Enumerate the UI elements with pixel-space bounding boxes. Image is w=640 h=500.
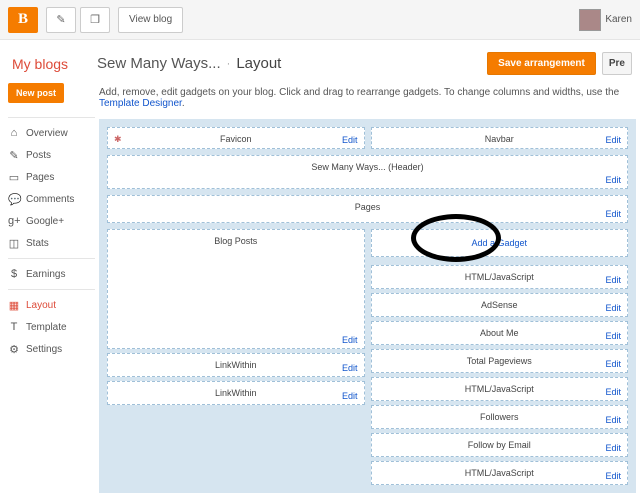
- edit-link[interactable]: Edit: [605, 135, 621, 145]
- edit-link[interactable]: Edit: [605, 359, 621, 369]
- my-blogs-link[interactable]: My blogs: [12, 56, 97, 72]
- nav-label: Overview: [26, 128, 68, 139]
- edit-link[interactable]: Edit: [605, 387, 621, 397]
- favicon-widget[interactable]: ✱ Favicon Edit: [107, 127, 365, 149]
- edit-link[interactable]: Edit: [342, 363, 358, 373]
- nav-icon: ◫: [8, 237, 20, 250]
- nav-label: Earnings: [26, 269, 65, 280]
- new-post-button[interactable]: New post: [8, 83, 64, 103]
- sidebar-item-google[interactable]: g+ Google+: [8, 210, 95, 232]
- sidebar-item-comments[interactable]: 💬 Comments: [8, 188, 95, 210]
- header-widget[interactable]: Sew Many Ways... (Header) Edit: [107, 155, 628, 189]
- sidebar-item-stats[interactable]: ◫ Stats: [8, 232, 95, 254]
- edit-link[interactable]: Edit: [605, 275, 621, 285]
- edit-link[interactable]: Edit: [342, 391, 358, 401]
- edit-link[interactable]: Edit: [605, 443, 621, 453]
- nav-icon: ⚙: [8, 343, 20, 356]
- sidebar-item-posts[interactable]: ✎ Posts: [8, 144, 95, 166]
- sidebar: New post ⌂ Overview ✎ Posts ▭ Pages 💬 Comments g…: [0, 83, 95, 493]
- nav-label: Stats: [26, 238, 49, 249]
- template-designer-link[interactable]: Template Designer: [99, 98, 182, 109]
- edit-link[interactable]: Edit: [605, 471, 621, 481]
- nav-label: Comments: [26, 194, 74, 205]
- gadget-widget[interactable]: FollowersEdit: [371, 405, 629, 429]
- pages-widget[interactable]: Pages Edit: [107, 195, 628, 223]
- nav-icon: ✎: [8, 149, 20, 162]
- sidebar-item-template[interactable]: T Template: [8, 316, 95, 338]
- nav-label: Pages: [26, 172, 54, 183]
- linkwithin-widget[interactable]: LinkWithin Edit: [107, 381, 365, 405]
- sidebar-item-overview[interactable]: ⌂ Overview: [8, 122, 95, 144]
- avatar[interactable]: [579, 9, 601, 31]
- sidebar-item-layout[interactable]: ▦ Layout: [8, 294, 95, 316]
- nav-label: Layout: [26, 300, 56, 311]
- blog-title: Sew Many Ways...: [97, 55, 221, 72]
- separator: ·: [227, 58, 231, 70]
- add-gadget-button[interactable]: Add a Gadget: [371, 229, 629, 257]
- view-blog-button[interactable]: View blog: [118, 7, 183, 33]
- nav-label: Posts: [26, 150, 51, 161]
- gadget-widget[interactable]: HTML/JavaScriptEdit: [371, 461, 629, 485]
- nav-label: Template: [26, 322, 67, 333]
- pencil-icon: ✎: [56, 13, 65, 26]
- edit-link[interactable]: Edit: [342, 135, 358, 145]
- linkwithin-widget[interactable]: LinkWithin Edit: [107, 353, 365, 377]
- navbar-widget[interactable]: Navbar Edit: [371, 127, 629, 149]
- favicon-icon: ✱: [114, 134, 122, 145]
- edit-link[interactable]: Edit: [342, 335, 358, 345]
- gadget-widget[interactable]: Total PageviewsEdit: [371, 349, 629, 373]
- nav-icon: T: [8, 321, 20, 333]
- sidebar-item-earnings[interactable]: $ Earnings: [8, 263, 95, 285]
- username-label: Karen: [605, 14, 632, 25]
- gadget-widget[interactable]: HTML/JavaScriptEdit: [371, 377, 629, 401]
- blogger-logo[interactable]: B: [8, 7, 38, 33]
- nav-label: Settings: [26, 344, 62, 355]
- gadget-widget[interactable]: About MeEdit: [371, 321, 629, 345]
- nav-icon: ▭: [8, 171, 20, 184]
- nav-icon: g+: [8, 215, 20, 227]
- edit-link[interactable]: Edit: [605, 331, 621, 341]
- preview-button[interactable]: Pre: [602, 52, 632, 75]
- nav-icon: $: [8, 268, 20, 280]
- gadget-widget[interactable]: HTML/JavaScriptEdit: [371, 265, 629, 289]
- save-arrangement-button[interactable]: Save arrangement: [487, 52, 596, 75]
- gadget-widget[interactable]: Follow by EmailEdit: [371, 433, 629, 457]
- sidebar-item-pages[interactable]: ▭ Pages: [8, 166, 95, 188]
- docs-icon: ❐: [90, 13, 100, 26]
- posts-list-button[interactable]: ❐: [80, 7, 110, 33]
- edit-link[interactable]: Edit: [605, 303, 621, 313]
- edit-link[interactable]: Edit: [605, 415, 621, 425]
- edit-link[interactable]: Edit: [605, 175, 621, 185]
- gadget-widget[interactable]: AdSenseEdit: [371, 293, 629, 317]
- instructions: Add, remove, edit gadgets on your blog. …: [99, 87, 636, 109]
- pencil-button[interactable]: ✎: [46, 7, 76, 33]
- sidebar-item-settings[interactable]: ⚙ Settings: [8, 338, 95, 360]
- blog-posts-widget[interactable]: Blog Posts Edit: [107, 229, 365, 349]
- edit-link[interactable]: Edit: [605, 209, 621, 219]
- nav-label: Google+: [26, 216, 64, 227]
- nav-icon: 💬: [8, 193, 20, 206]
- nav-icon: ▦: [8, 299, 20, 312]
- section-title: Layout: [236, 55, 281, 72]
- layout-canvas: ✱ Favicon Edit Navbar Edit Sew Many Ways…: [99, 119, 636, 493]
- nav-icon: ⌂: [8, 127, 20, 139]
